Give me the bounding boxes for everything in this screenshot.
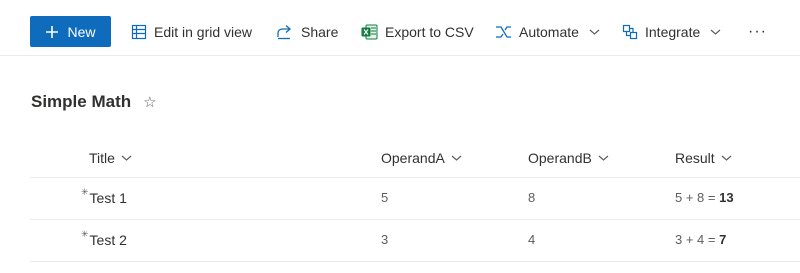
integrate-menu[interactable]: Integrate <box>622 20 721 44</box>
new-item-icon: ✳ <box>81 187 89 197</box>
title-cell: ✳ Test 2 <box>81 229 127 249</box>
chevron-down-icon <box>121 155 132 161</box>
new-button[interactable]: New <box>30 16 111 47</box>
chevron-down-icon <box>710 29 721 35</box>
column-header-label: OperandB <box>528 150 592 166</box>
item-title-link[interactable]: Test 2 <box>90 232 127 248</box>
automate-label: Automate <box>519 24 579 40</box>
list-table: Title OperandA OperandB Result ✳ Test 1 … <box>30 138 800 262</box>
share-button[interactable]: Share <box>276 20 338 44</box>
favorite-star-icon[interactable]: ☆ <box>143 93 156 111</box>
result-value: 7 <box>719 232 727 247</box>
column-header-label: Result <box>675 150 715 166</box>
excel-icon <box>361 24 378 40</box>
automate-menu[interactable]: Automate <box>494 20 600 44</box>
edit-grid-view-label: Edit in grid view <box>154 24 253 40</box>
column-header-label: Title <box>89 150 115 166</box>
result-value: 13 <box>719 190 734 205</box>
result-expression: 3 + 4 = <box>675 232 720 247</box>
new-button-label: New <box>67 23 96 40</box>
operanda-cell: 3 <box>381 232 389 247</box>
edit-grid-view-button[interactable]: Edit in grid view <box>131 20 252 44</box>
export-csv-button[interactable]: Export to CSV <box>361 20 474 44</box>
result-cell: 5 + 8 = 13 <box>675 190 734 205</box>
result-cell: 3 + 4 = 7 <box>675 232 726 247</box>
new-item-icon: ✳ <box>81 229 89 239</box>
list-header: Simple Math ☆ <box>31 92 157 112</box>
export-csv-label: Export to CSV <box>385 24 474 40</box>
column-header-result[interactable]: Result <box>675 150 732 166</box>
result-expression: 5 + 8 = <box>675 190 720 205</box>
integrate-icon <box>622 24 638 40</box>
automate-icon <box>496 26 511 38</box>
column-header-title[interactable]: Title <box>89 150 132 166</box>
share-label: Share <box>301 24 339 40</box>
operandb-cell: 4 <box>528 232 536 247</box>
table-row[interactable]: ✳ Test 2 3 4 3 + 4 = 7 <box>30 220 800 262</box>
operandb-cell: 8 <box>528 190 536 205</box>
plus-icon <box>46 25 59 38</box>
column-header-operanda[interactable]: OperandA <box>381 150 462 166</box>
chevron-down-icon <box>589 29 600 35</box>
command-bar: New Edit in grid view Share Export to CS… <box>0 0 800 56</box>
page-title: Simple Math <box>31 92 132 111</box>
chevron-down-icon <box>451 155 462 161</box>
column-header-label: OperandA <box>381 150 445 166</box>
integrate-label: Integrate <box>645 24 701 40</box>
item-title-link[interactable]: Test 1 <box>90 190 127 206</box>
chevron-down-icon <box>598 155 609 161</box>
title-cell: ✳ Test 1 <box>81 187 127 207</box>
table-row[interactable]: ✳ Test 1 5 8 5 + 8 = 13 <box>30 178 800 220</box>
share-icon <box>277 25 291 40</box>
column-header-operandb[interactable]: OperandB <box>528 150 609 166</box>
more-icon: ··· <box>748 23 767 40</box>
grid-icon <box>131 24 147 40</box>
operanda-cell: 5 <box>381 190 389 205</box>
more-options-button[interactable]: ··· <box>748 20 767 44</box>
table-header: Title OperandA OperandB Result <box>30 138 800 178</box>
chevron-down-icon <box>721 155 732 161</box>
